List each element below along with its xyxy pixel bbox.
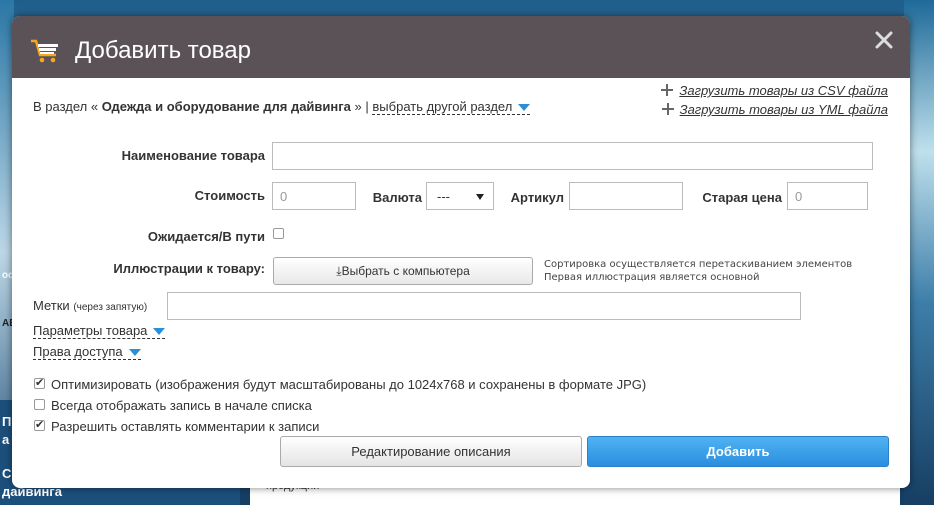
close-icon[interactable] <box>874 30 894 50</box>
expected-checkbox[interactable] <box>273 228 284 239</box>
old-price-input[interactable]: 0 <box>787 182 868 210</box>
dialog-header: Добавить товар <box>12 16 910 78</box>
sku-label: Артикул <box>510 190 564 205</box>
dialog-body: В раздел « Одежда и оборудование для дай… <box>12 78 910 488</box>
section-selector: В раздел « Одежда и оборудование для дай… <box>33 99 531 115</box>
import-links: Загрузить товары из CSV файла Загрузить … <box>661 83 888 121</box>
dropdown-arrow-icon <box>153 328 166 336</box>
chevron-down-icon <box>476 194 484 200</box>
plus-icon <box>661 103 674 115</box>
allow-comments-checkbox[interactable] <box>34 418 45 431</box>
tags-input[interactable] <box>167 292 801 320</box>
pin-top-label: Всегда отображать запись в начале списка <box>51 398 312 413</box>
product-name-input[interactable] <box>272 142 873 170</box>
dropdown-arrow-icon <box>128 349 141 357</box>
optimize-checkbox[interactable] <box>34 376 45 389</box>
plus-icon <box>661 84 674 96</box>
product-params-link[interactable]: Параметры товара <box>33 323 166 339</box>
import-yml-link[interactable]: Загрузить товары из YML файла <box>661 102 888 117</box>
images-label: Иллюстрации к товару: <box>113 261 265 276</box>
expected-label: Ожидается/В пути <box>147 229 265 244</box>
section-name: Одежда и оборудование для дайвинга <box>101 99 351 114</box>
tags-label: Метки (через запятую) <box>33 298 148 313</box>
pin-top-checkbox[interactable] <box>34 399 45 410</box>
price-label: Стоимость <box>194 188 265 203</box>
background-text: С <box>2 466 12 481</box>
dialog-title: Добавить товар <box>75 37 251 64</box>
old-price-label: Старая цена <box>702 190 782 205</box>
images-hint: Сортировка осуществляется перетаскивание… <box>544 259 853 283</box>
shopping-cart-icon <box>31 39 58 63</box>
section-prefix: В раздел « <box>33 99 99 114</box>
currency-label: Валюта <box>372 190 422 205</box>
dropdown-arrow-icon <box>518 104 531 112</box>
currency-select[interactable]: --- <box>426 182 494 210</box>
edit-description-button[interactable]: Редактирование описания <box>280 436 582 467</box>
section-suffix: » | <box>354 99 369 114</box>
allow-comments-label: Разрешить оставлять комментарии к записи <box>51 419 320 434</box>
sku-input[interactable] <box>569 182 683 210</box>
choose-other-section-link[interactable]: выбрать другой раздел <box>372 99 531 115</box>
price-input[interactable]: 0 <box>272 182 356 210</box>
background-text: П <box>2 414 12 429</box>
product-name-label: Наименование товара <box>121 148 265 163</box>
access-rights-link[interactable]: Права доступа <box>33 344 141 360</box>
background-text: а <box>2 432 10 447</box>
add-button[interactable]: Добавить <box>587 436 889 467</box>
import-csv-link[interactable]: Загрузить товары из CSV файла <box>661 83 888 98</box>
add-product-dialog: Добавить товар В раздел « Одежда и обору… <box>12 16 910 488</box>
upload-from-computer-button[interactable]: ⤓Выбрать с компьютера <box>273 257 533 285</box>
optimize-label: Оптимизировать (изображения будут масшта… <box>51 377 647 392</box>
